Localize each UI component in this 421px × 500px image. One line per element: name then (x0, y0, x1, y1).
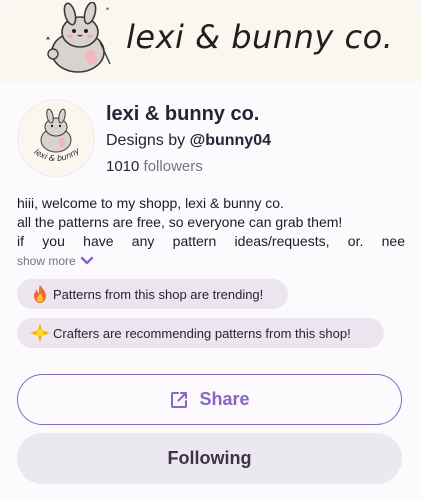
badge-text: Crafters are recommending patterns from … (53, 325, 351, 341)
designs-by-label: Designs by (106, 132, 186, 149)
shop-description: hiii, welcome to my shopp, lexi & bunny … (17, 194, 405, 251)
following-label: Following (167, 448, 252, 468)
description-line: if you have any pattern ideas/requests, … (17, 233, 405, 249)
badge-text: Patterns from this shop are trending! (53, 286, 264, 302)
followers-count: 1010 followers (106, 158, 203, 175)
followers-label: followers (143, 158, 203, 175)
following-button[interactable]: Following (17, 433, 402, 484)
shop-banner: lexi & bunny co. (0, 0, 421, 82)
chevron-down-icon (80, 256, 93, 265)
recommended-badge: Crafters are recommending patterns from … (17, 318, 384, 348)
description-line: hiii, welcome to my shopp, lexi & bunny … (17, 195, 284, 211)
share-label: Share (199, 389, 250, 409)
shop-page: lexi & bunny co. lexi & bunny co. lexi &… (0, 0, 421, 500)
shop-avatar[interactable]: lexi & bunny co. (18, 100, 94, 176)
sparkle-icon (30, 323, 50, 343)
share-button[interactable]: Share (17, 374, 402, 425)
followers-number: 1010 (106, 158, 140, 175)
shop-name: lexi & bunny co. (106, 103, 260, 125)
bunny-logo-icon (46, 2, 111, 73)
designs-by: Designs by @bunny04 (106, 132, 271, 150)
show-more-label: show more (17, 254, 76, 268)
designer-handle-link[interactable]: @bunny04 (190, 132, 271, 149)
show-more-link[interactable]: show more (17, 254, 94, 268)
description-line: all the patterns are free, so everyone c… (17, 214, 343, 230)
trending-badge: Patterns from this shop are trending! (17, 279, 288, 309)
banner-title: lexi & bunny co. (126, 18, 394, 56)
fire-icon (34, 285, 46, 303)
share-external-icon (171, 391, 188, 408)
bunny-avatar-icon: lexi & bunny co. (18, 100, 83, 163)
